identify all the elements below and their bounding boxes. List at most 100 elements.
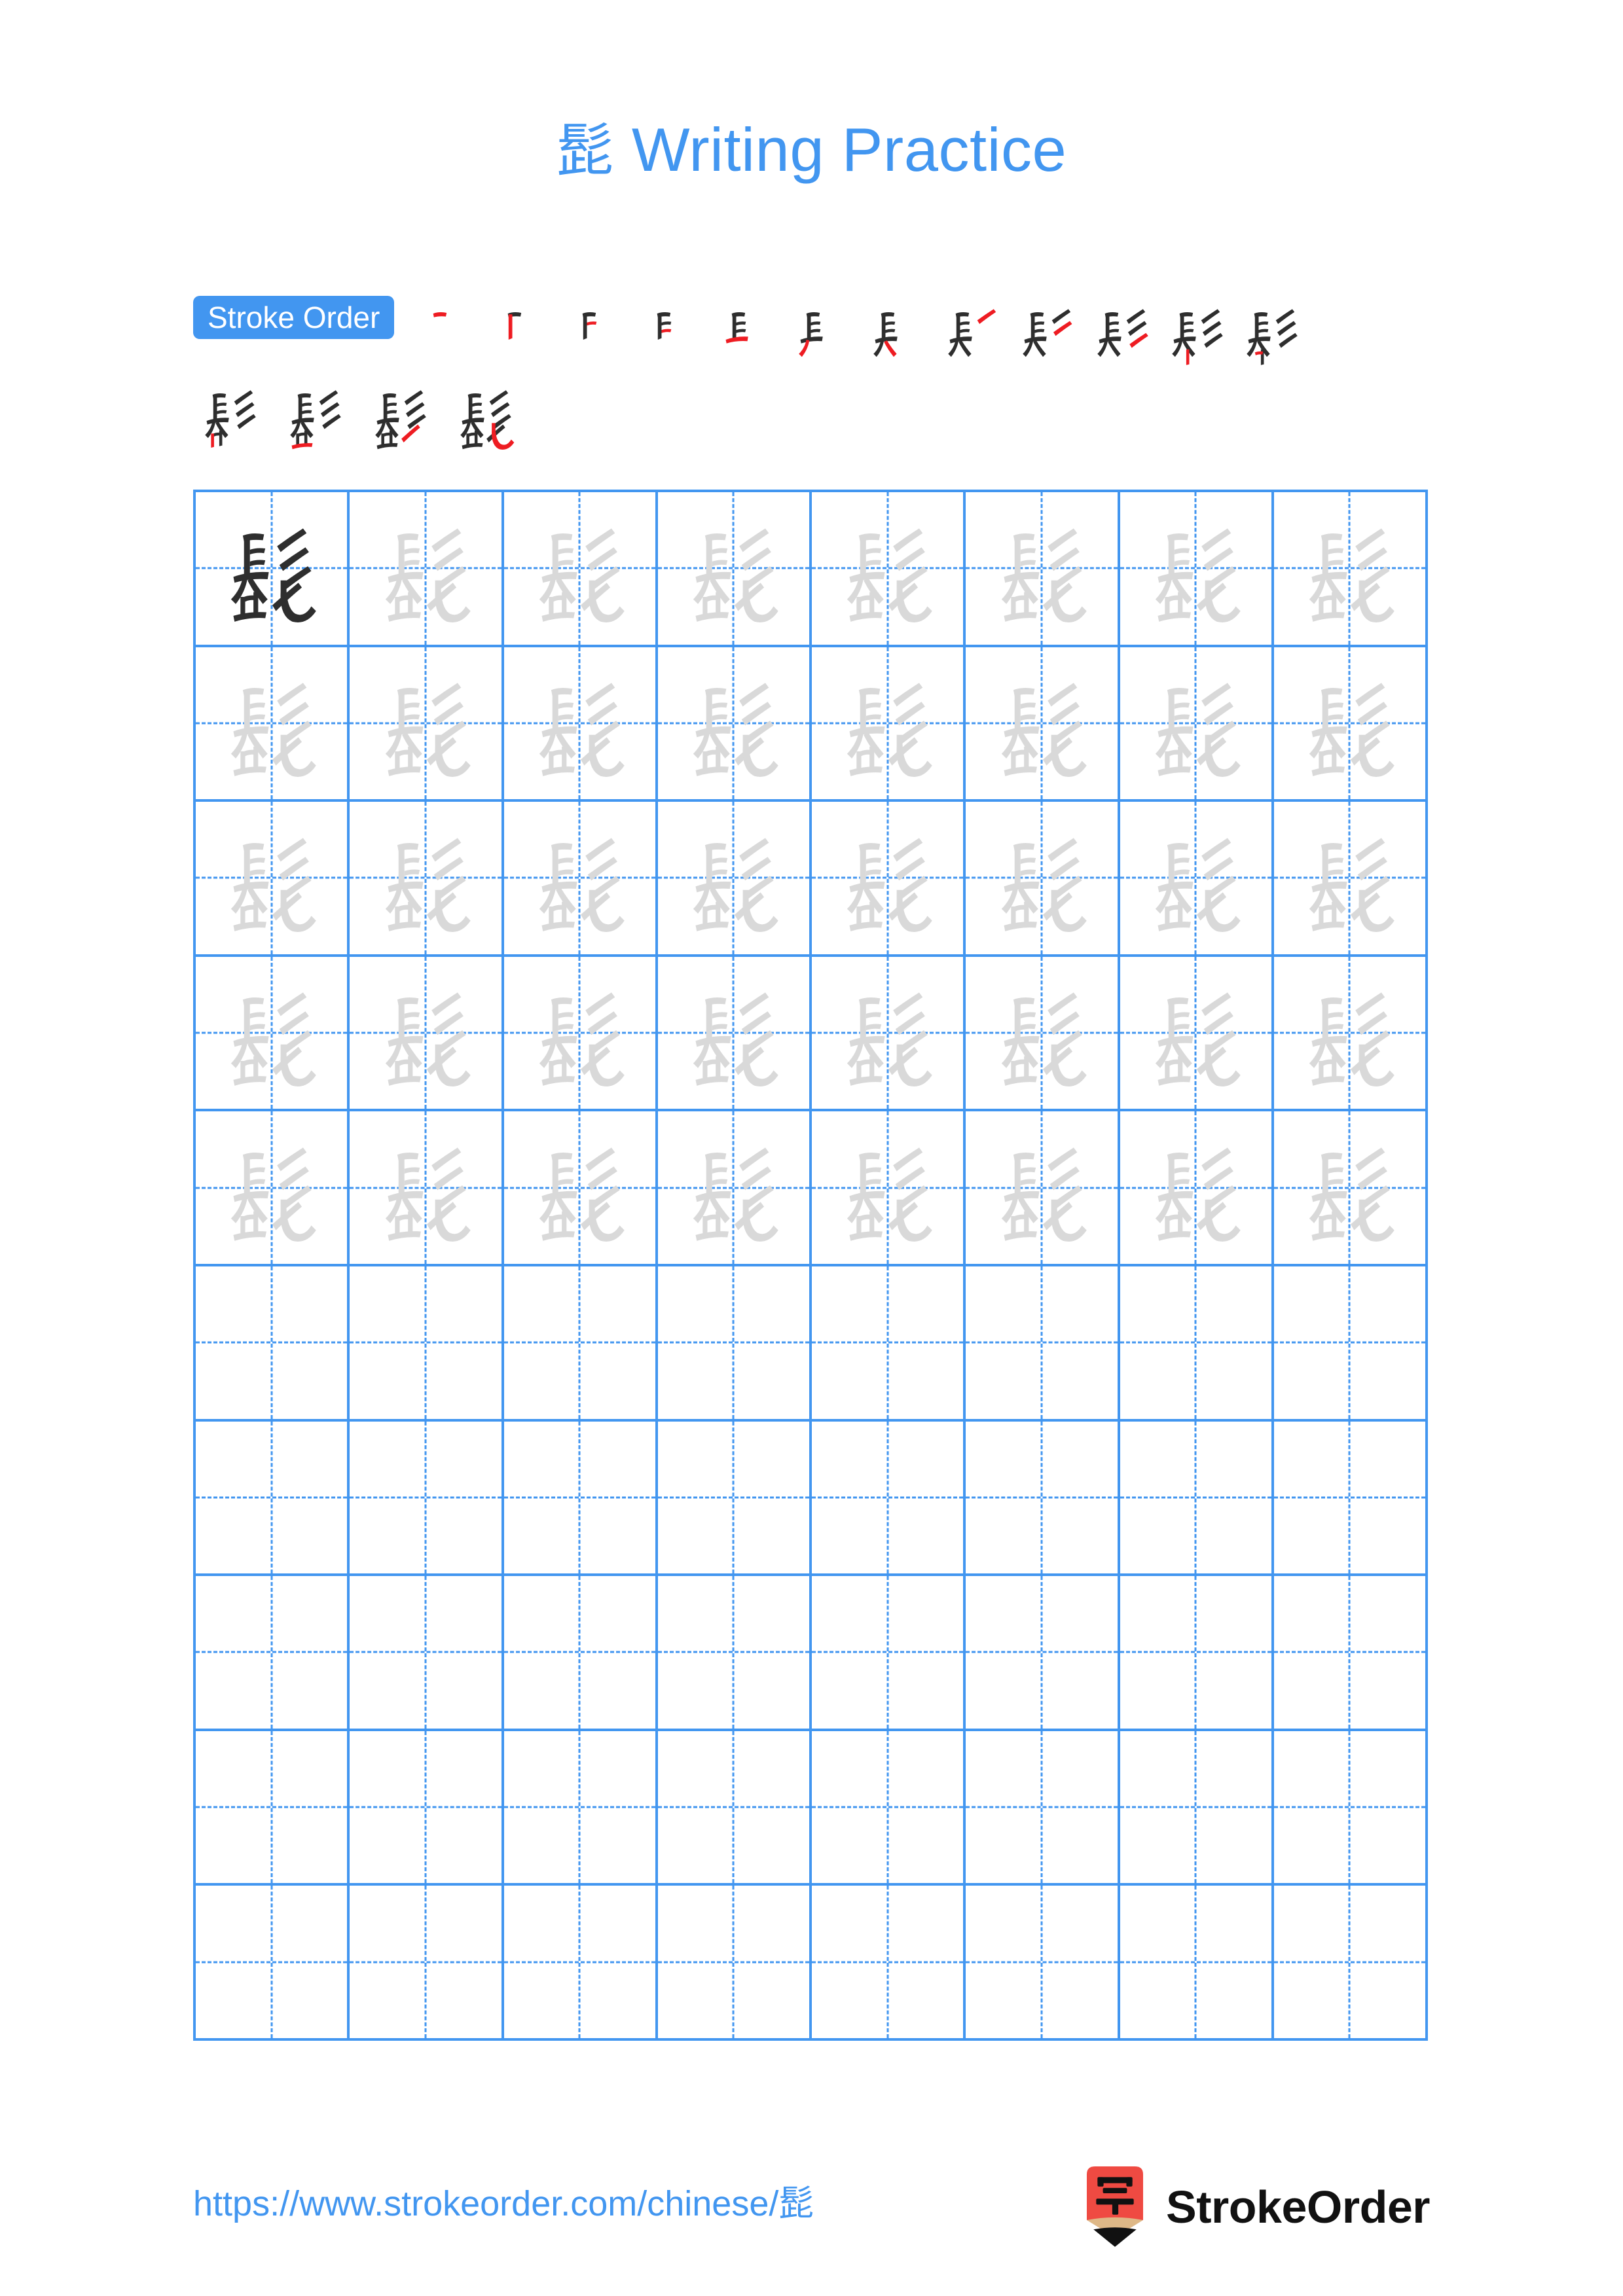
practice-cell[interactable]: [1120, 1111, 1274, 1266]
practice-cell[interactable]: [196, 802, 350, 957]
trace-character: [1120, 1111, 1271, 1264]
practice-cell[interactable]: [966, 1731, 1120, 1886]
practice-cell[interactable]: [196, 956, 350, 1112]
practice-cell[interactable]: [966, 1576, 1120, 1731]
practice-cell[interactable]: [812, 802, 966, 957]
practice-cell[interactable]: [1120, 1731, 1274, 1886]
practice-cell[interactable]: [1273, 1576, 1428, 1731]
practice-cell[interactable]: [350, 1886, 504, 2041]
practice-cell[interactable]: [1120, 1886, 1274, 2041]
practice-cell[interactable]: [503, 956, 658, 1112]
trace-character: [658, 1111, 809, 1264]
practice-cell[interactable]: [1120, 1576, 1274, 1731]
practice-cell[interactable]: [657, 956, 812, 1112]
practice-cell[interactable]: [657, 647, 812, 802]
practice-cell[interactable]: [657, 1266, 812, 1422]
practice-cell[interactable]: [812, 1731, 966, 1886]
practice-cell[interactable]: [812, 1576, 966, 1731]
practice-cell[interactable]: [196, 1421, 350, 1577]
practice-cell[interactable]: [812, 1421, 966, 1577]
practice-cell[interactable]: [503, 1266, 658, 1422]
practice-cell[interactable]: [966, 492, 1120, 647]
practice-cell[interactable]: [1273, 1111, 1428, 1266]
practice-cell[interactable]: [966, 802, 1120, 957]
practice-cell[interactable]: [350, 802, 504, 957]
practice-cell[interactable]: [503, 492, 658, 647]
stroke-step-1: [414, 296, 488, 373]
practice-cell[interactable]: [966, 1886, 1120, 2041]
practice-cell[interactable]: [812, 1886, 966, 2041]
practice-cell[interactable]: [1120, 492, 1274, 647]
practice-cell[interactable]: [503, 1421, 658, 1577]
stroke-step-9: [1011, 296, 1085, 373]
source-url-link[interactable]: https://www.strokeorder.com/chinese/髭: [193, 2174, 814, 2226]
practice-cell[interactable]: [196, 1266, 350, 1422]
practice-cell[interactable]: [812, 647, 966, 802]
practice-cell[interactable]: [350, 1576, 504, 1731]
brand-logo[interactable]: StrokeOrder: [1081, 2165, 1430, 2249]
stroke-step-14: [278, 377, 353, 454]
practice-cell[interactable]: [503, 802, 658, 957]
practice-cell[interactable]: [350, 1731, 504, 1886]
practice-cell[interactable]: [503, 1576, 658, 1731]
practice-cell[interactable]: [196, 1111, 350, 1266]
practice-cell[interactable]: [657, 1576, 812, 1731]
practice-cell[interactable]: [966, 1421, 1120, 1577]
trace-character: [196, 957, 347, 1109]
practice-cell[interactable]: [657, 1421, 812, 1577]
practice-cell[interactable]: [1273, 1421, 1428, 1577]
practice-cell[interactable]: [966, 647, 1120, 802]
practice-cell[interactable]: [503, 1886, 658, 2041]
practice-cell[interactable]: [350, 956, 504, 1112]
practice-cell[interactable]: [350, 492, 504, 647]
trace-character: [658, 802, 809, 954]
page-footer: https://www.strokeorder.com/chinese/髭 St…: [0, 2166, 1623, 2266]
practice-cell[interactable]: [657, 802, 812, 957]
practice-cell[interactable]: [657, 1111, 812, 1266]
practice-cell[interactable]: [350, 647, 504, 802]
practice-cell[interactable]: [196, 1576, 350, 1731]
practice-cell[interactable]: [350, 1421, 504, 1577]
practice-cell[interactable]: [812, 1111, 966, 1266]
stroke-step-13: [193, 377, 268, 454]
practice-cell[interactable]: [657, 1731, 812, 1886]
practice-cell[interactable]: [503, 1111, 658, 1266]
practice-cell[interactable]: [1120, 1266, 1274, 1422]
practice-cell[interactable]: [196, 492, 350, 647]
practice-cell[interactable]: [350, 1266, 504, 1422]
practice-cell[interactable]: [503, 1731, 658, 1886]
practice-cell[interactable]: [1273, 1266, 1428, 1422]
practice-cell[interactable]: [1273, 492, 1428, 647]
practice-cell[interactable]: [966, 1266, 1120, 1422]
practice-cell[interactable]: [196, 1731, 350, 1886]
practice-cell[interactable]: [1120, 802, 1274, 957]
practice-cell[interactable]: [350, 1111, 504, 1266]
trace-character: [350, 647, 501, 800]
practice-cell[interactable]: [196, 647, 350, 802]
stroke-step-8: [936, 296, 1011, 373]
practice-cell[interactable]: [657, 1886, 812, 2041]
trace-character: [658, 647, 809, 800]
practice-cell[interactable]: [1273, 1731, 1428, 1886]
trace-character: [812, 1111, 963, 1264]
practice-cell[interactable]: [966, 956, 1120, 1112]
practice-cell[interactable]: [1120, 956, 1274, 1112]
practice-cell[interactable]: [503, 647, 658, 802]
title-text: Writing Practice: [614, 115, 1067, 184]
practice-cell[interactable]: [812, 492, 966, 647]
practice-cell[interactable]: [1120, 1421, 1274, 1577]
practice-cell[interactable]: [812, 1266, 966, 1422]
stroke-step-5: [712, 296, 787, 373]
practice-cell[interactable]: [1273, 1886, 1428, 2041]
trace-character: [812, 802, 963, 954]
practice-cell[interactable]: [812, 956, 966, 1112]
trace-character: [966, 1111, 1117, 1264]
practice-cell[interactable]: [196, 1886, 350, 2041]
practice-cell[interactable]: [657, 492, 812, 647]
practice-cell[interactable]: [1120, 647, 1274, 802]
practice-cell[interactable]: [1273, 956, 1428, 1112]
practice-cell[interactable]: [1273, 647, 1428, 802]
practice-cell[interactable]: [966, 1111, 1120, 1266]
practice-cell[interactable]: [1273, 802, 1428, 957]
stroke-step-12: [1235, 296, 1309, 373]
